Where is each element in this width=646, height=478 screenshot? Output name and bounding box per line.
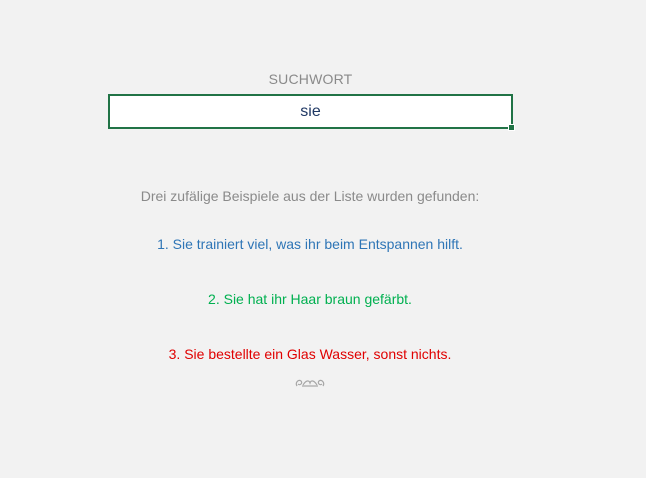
- example-sentence-1: 1. Sie trainiert viel, was ihr beim Ents…: [157, 236, 463, 252]
- results-intro: Drei zufälige Beispiele aus der Liste wu…: [140, 188, 480, 204]
- search-input[interactable]: sie: [108, 94, 515, 131]
- example-sentence-3: 3. Sie bestellte ein Glas Wasser, sonst …: [168, 346, 452, 362]
- fill-handle[interactable]: [508, 124, 515, 131]
- search-label: SUCHWORT: [268, 71, 353, 87]
- search-value[interactable]: sie: [110, 103, 511, 121]
- ornament-divider-icon: [295, 379, 325, 387]
- example-sentence-2: 2. Sie hat ihr Haar braun gefärbt.: [208, 291, 412, 307]
